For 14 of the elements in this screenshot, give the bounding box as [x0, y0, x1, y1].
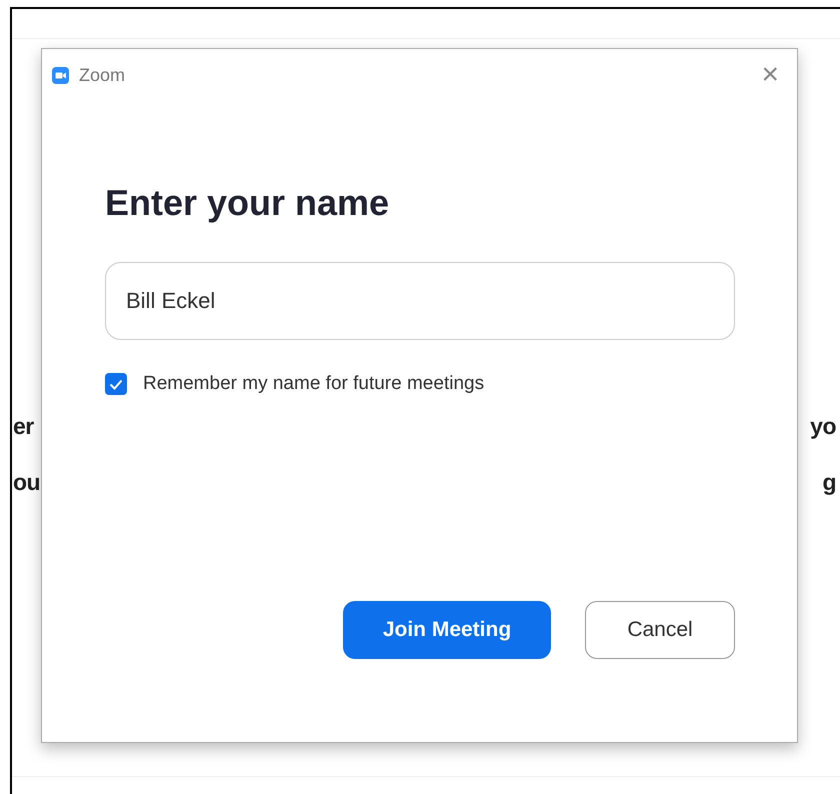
window-title: Zoom	[79, 64, 126, 86]
cancel-button[interactable]: Cancel	[585, 600, 735, 659]
join-button[interactable]: Join Meeting	[343, 600, 551, 659]
name-field[interactable]: Bill Eckel	[105, 262, 735, 340]
close-button[interactable]: ×	[753, 60, 787, 90]
background-text: ou	[13, 468, 40, 497]
background-text: yo	[810, 412, 836, 441]
background-text: er	[13, 412, 34, 441]
app-icon	[52, 66, 69, 84]
remember-checkbox[interactable]	[105, 373, 127, 396]
checkmark-icon	[109, 378, 123, 390]
dialog-heading: Enter your name	[105, 181, 390, 224]
background-text: g	[822, 468, 836, 497]
checkbox-label[interactable]: Remember my name for future meetings	[143, 370, 484, 399]
